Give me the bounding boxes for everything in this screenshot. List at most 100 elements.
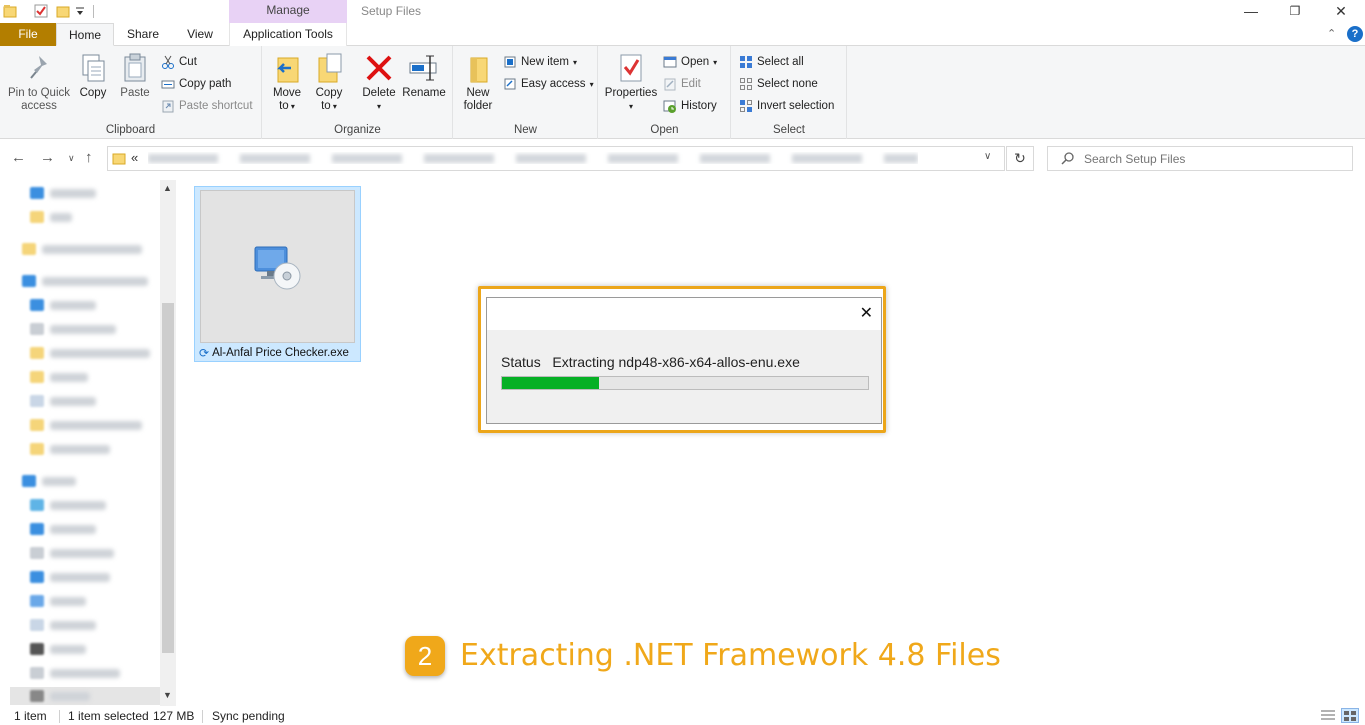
nav-item[interactable] [30,497,106,513]
select-all-button[interactable]: Select all [739,52,804,72]
back-arrow-icon[interactable]: ← [11,149,26,166]
new-item-button[interactable]: New item ▾ [503,52,577,72]
nav-item[interactable] [30,665,120,681]
clipboard-group-label: Clipboard [105,124,156,136]
easy-access-button[interactable]: Easy access ▾ [503,74,594,94]
restore-button[interactable]: ❐ [1272,0,1318,23]
copy-to-button[interactable]: Copy to ▾ [311,52,347,113]
edit-button[interactable]: Edit [663,74,701,94]
copy-to-label: Copy to [315,87,343,112]
scroll-down-arrow-icon[interactable]: ▼ [163,690,172,700]
dialog-close-button[interactable]: ✕ [860,303,873,323]
qat-customize-chevron-icon[interactable] [75,6,89,20]
select-group-label: Select [773,124,805,136]
open-button[interactable]: Open ▾ [663,52,717,72]
copy-to-icon [313,52,345,84]
nav-item[interactable] [30,617,96,633]
nav-item[interactable] [30,569,110,585]
copy-button[interactable]: Copy [76,52,110,100]
delete-label: Delete [362,87,396,99]
invert-selection-button[interactable]: Invert selection [739,96,834,116]
nav-item-selected[interactable] [10,687,160,705]
rename-button[interactable]: Rename [401,52,447,100]
file-tile[interactable]: ⟳ Al-Anfal Price Checker.exe [194,186,361,362]
nav-scrollbar-thumb[interactable] [162,303,174,653]
nav-item[interactable] [30,209,72,225]
copy-icon [77,52,109,84]
nav-item[interactable] [22,273,148,289]
pin-quick-access-button[interactable]: Pin to Quick access [4,52,74,113]
history-label: History [681,100,717,112]
delete-x-icon [363,52,395,84]
search-box[interactable] [1047,146,1353,171]
clipboard-group: Pin to Quick access Copy Paste Cut Copy … [0,46,262,139]
help-icon[interactable]: ? [1347,26,1363,42]
nav-item[interactable] [30,393,96,409]
address-bar[interactable]: « ∨ [107,146,1005,171]
scroll-up-arrow-icon[interactable]: ▲ [163,183,172,193]
new-group: New folder New item ▾ Easy access ▾ New [454,46,598,139]
new-folder-button[interactable]: New folder [460,52,496,113]
copy-path-button[interactable]: Copy path [161,74,231,94]
recent-locations-chevron-icon[interactable]: ∨ [68,153,75,164]
highlight-frame: ✕ Status Extracting ndp48-x86-x64-allos-… [478,286,886,433]
open-group: Properties ▾ Open ▾ Edit History Open [599,46,731,139]
close-window-button[interactable]: ✕ [1318,0,1364,23]
move-to-label: Move to [272,87,302,112]
copy-path-label: Copy path [179,78,232,90]
nav-item[interactable] [30,593,86,609]
new-folder-qat-icon[interactable] [56,4,70,18]
minimize-button[interactable]: — [1228,0,1274,23]
nav-item[interactable] [30,321,116,337]
tab-application-tools[interactable]: Application Tools [229,23,347,46]
navigation-pane [0,180,176,706]
details-view-icon[interactable] [1321,709,1335,724]
cut-button[interactable]: Cut [161,52,197,72]
tab-view[interactable]: View [172,23,228,46]
properties-button[interactable]: Properties ▾ [603,52,659,113]
rename-label: Rename [402,87,446,99]
nav-item[interactable] [30,545,114,561]
new-item-label: New item [521,56,569,68]
history-button[interactable]: History [663,96,717,116]
nav-item[interactable] [30,297,96,313]
delete-button[interactable]: Delete ▾ [359,52,399,113]
search-icon [1061,151,1075,168]
nav-item[interactable] [30,369,88,385]
pin-icon [23,52,55,84]
breadcrumb-path-redacted [148,152,918,164]
nav-item[interactable] [22,473,76,489]
address-dropdown-chevron-icon[interactable]: ∨ [984,151,991,162]
folder-icon[interactable] [3,4,17,18]
select-none-button[interactable]: Select none [739,74,818,94]
nav-item[interactable] [30,417,142,433]
paste-button[interactable]: Paste [116,52,154,100]
paste-shortcut-button[interactable]: Paste shortcut [161,96,253,116]
nav-item[interactable] [30,521,96,537]
minimize-ribbon-chevron-icon[interactable]: ⌃ [1327,27,1336,40]
forward-arrow-icon[interactable]: → [40,149,55,166]
large-icons-view-icon[interactable] [1341,708,1359,723]
nav-item[interactable] [30,641,86,657]
refresh-icon[interactable]: ↻ [1006,146,1034,171]
nav-item[interactable] [30,185,96,201]
up-arrow-icon[interactable]: ↑ [85,149,93,166]
tab-share[interactable]: Share [114,23,172,46]
nav-item[interactable] [30,441,110,457]
nav-item[interactable] [22,241,142,257]
nav-item[interactable] [30,345,150,361]
scissors-icon [161,55,175,69]
tab-home[interactable]: Home [56,23,114,46]
tab-file[interactable]: File [0,23,56,46]
select-none-label: Select none [757,78,818,90]
history-icon [663,99,677,113]
move-to-button[interactable]: Move to ▾ [269,52,305,113]
breadcrumb-overflow[interactable]: « [131,150,138,165]
select-all-label: Select all [757,56,804,68]
tab-manage[interactable]: Manage [229,0,347,23]
open-label: Open [681,56,710,68]
search-input[interactable] [1084,150,1344,167]
properties-icon [615,52,647,84]
properties-qat-icon[interactable] [34,4,48,18]
step-caption: Extracting .NET Framework 4.8 Files [460,638,1001,673]
